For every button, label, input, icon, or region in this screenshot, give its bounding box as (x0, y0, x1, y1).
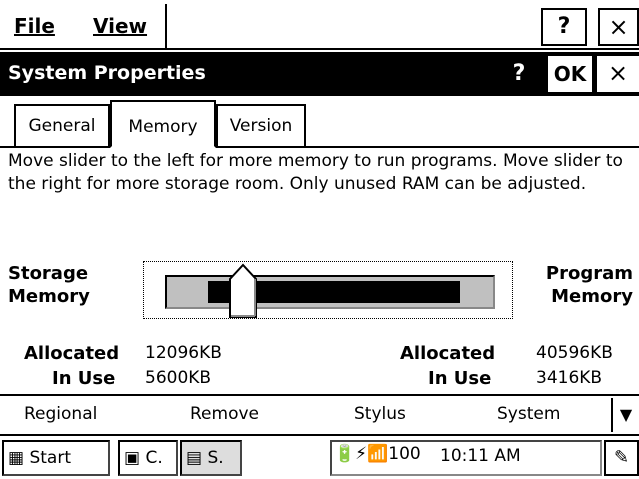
program-in-use-label: In Use (428, 368, 492, 389)
tab-general[interactable]: General (14, 104, 110, 146)
menu-file[interactable]: File (14, 14, 55, 38)
control-panel-remove[interactable]: Remove (190, 404, 259, 424)
program-allocated-label: Allocated (400, 343, 496, 364)
tab-baseline (0, 146, 639, 148)
taskbar-app-s-label: S. (207, 448, 224, 468)
dialog-title: System Properties (8, 62, 206, 84)
start-icon: ▦ (8, 448, 25, 468)
start-button[interactable]: ▦ Start (2, 440, 110, 476)
program-allocated-value: 40596KB (536, 343, 613, 363)
clock[interactable]: 10:11 AM (440, 446, 521, 466)
desktop-icon[interactable]: ✎ (604, 440, 639, 476)
storage-in-use-label: In Use (52, 368, 116, 389)
taskbar-app-c[interactable]: ▣ C. (118, 440, 178, 476)
control-panel-regional[interactable]: Regional (24, 404, 97, 424)
storage-allocated-label: Allocated (24, 343, 120, 364)
program-label-line1: Program (545, 263, 633, 284)
ok-button[interactable]: OK (548, 56, 592, 92)
program-label-line2: Memory (551, 286, 633, 307)
control-panel-system[interactable]: System (497, 404, 560, 424)
dialog-help-button[interactable]: ? (504, 56, 534, 92)
storage-label-line2: Memory (8, 286, 90, 307)
menu-view[interactable]: View (93, 14, 147, 38)
taskbar-app-s[interactable]: ▤ S. (180, 440, 242, 476)
start-label: Start (29, 448, 71, 468)
memory-description: Move slider to the left for more memory … (8, 151, 623, 194)
program-memory-label: Program Memory (520, 262, 633, 308)
tab-version[interactable]: Version (216, 104, 306, 146)
dialog-title-bar: System Properties (0, 52, 639, 96)
help-button[interactable]: ? (541, 8, 587, 46)
close-button[interactable]: × (598, 8, 639, 46)
menu-divider (165, 4, 167, 48)
control-panel-icon: ▣ (124, 448, 141, 468)
control-panel-stylus[interactable]: Stylus (354, 404, 406, 424)
chevron-down-icon[interactable]: ▼ (611, 398, 639, 432)
storage-allocated-value: 12096KB (145, 343, 222, 363)
storage-memory-label: Storage Memory (8, 262, 90, 308)
dialog-close-button[interactable]: × (597, 56, 639, 92)
system-icon: ▤ (186, 448, 203, 468)
storage-label-line1: Storage (8, 263, 89, 284)
program-in-use-value: 3416KB (536, 368, 603, 388)
taskbar-app-c-label: C. (145, 448, 163, 468)
battery-icon[interactable]: 🔋⚡📶100 (334, 444, 421, 464)
memory-slider-thumb[interactable] (228, 263, 258, 319)
tab-memory[interactable]: Memory (110, 100, 216, 148)
storage-in-use-value: 5600KB (145, 368, 212, 388)
